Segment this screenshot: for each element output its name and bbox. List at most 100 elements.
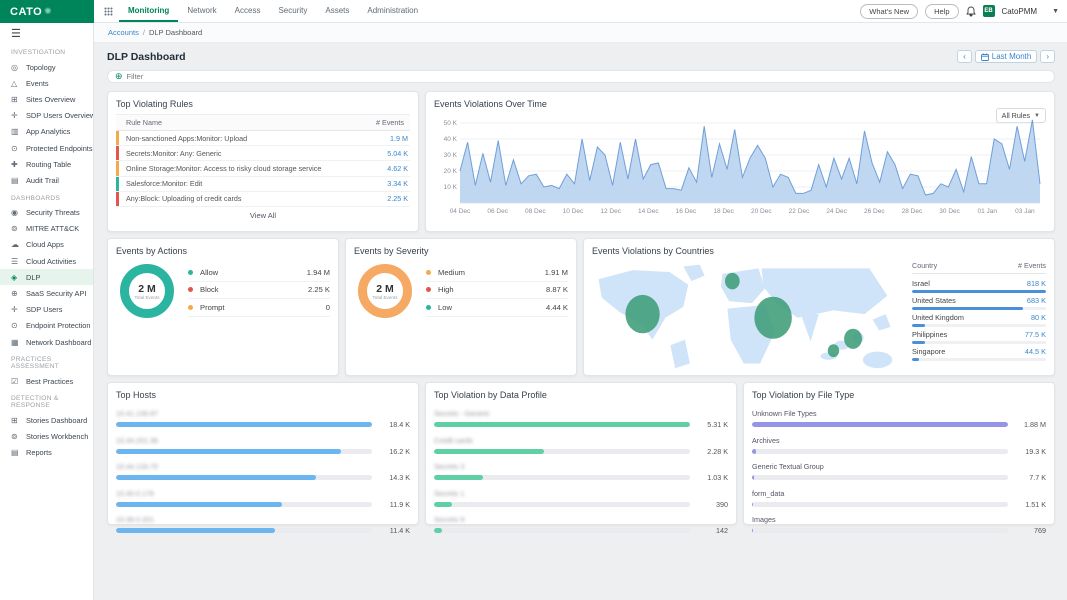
severity-donut-chart[interactable]: 2 M Total Events bbox=[358, 264, 412, 318]
legend-row-low[interactable]: Low4.44 K bbox=[426, 299, 568, 317]
sidebar-item-stories-dashboard[interactable]: ⊞Stories Dashboard bbox=[0, 412, 93, 428]
rule-name: Any:Block: Uploading of credit cards bbox=[126, 194, 387, 203]
bar-fill bbox=[752, 475, 754, 480]
bar-row[interactable]: Credit cards2.28 K bbox=[434, 436, 728, 456]
bar-fill bbox=[116, 502, 282, 507]
world-map[interactable] bbox=[592, 261, 902, 374]
country-row-israel[interactable]: Israel818 K bbox=[912, 276, 1046, 293]
svg-text:04 Dec: 04 Dec bbox=[450, 208, 471, 215]
sidebar-item-reports[interactable]: ▤Reports bbox=[0, 445, 93, 461]
rule-row[interactable]: Any:Block: Uploading of credit cards2.25… bbox=[116, 192, 410, 207]
sidebar-item-stories-workbench[interactable]: ⊚Stories Workbench bbox=[0, 429, 93, 445]
user-avatar[interactable]: EB bbox=[983, 5, 995, 17]
legend-row-allow[interactable]: Allow1.94 M bbox=[188, 264, 330, 282]
nav-tab-monitoring[interactable]: Monitoring bbox=[119, 0, 178, 22]
sidebar-item-app-analytics[interactable]: ▥App Analytics bbox=[0, 124, 93, 140]
nav-tab-security[interactable]: Security bbox=[269, 0, 316, 22]
bar-label: Credit cards bbox=[434, 436, 728, 445]
sidebar-item-security-threats[interactable]: ◉Security Threats bbox=[0, 205, 93, 221]
rule-row[interactable]: Salesforce:Monitor: Edit3.34 K bbox=[116, 177, 410, 192]
country-events-value: 818 K bbox=[1027, 279, 1046, 288]
cato-logo[interactable]: CATO ✺ bbox=[0, 0, 94, 23]
sidebar-item-network-dashboard[interactable]: ▦Network Dashboard bbox=[0, 334, 93, 350]
map-bubble-united-states[interactable] bbox=[625, 295, 659, 333]
bar-track bbox=[752, 502, 1008, 507]
sidebar-item-best-practices[interactable]: ☑Best Practices bbox=[0, 373, 93, 389]
map-bubble-united-kingdom[interactable] bbox=[725, 273, 740, 289]
sidebar-item-endpoint-protection[interactable]: ⊙Endpoint Protection bbox=[0, 318, 93, 334]
nav-tab-access[interactable]: Access bbox=[226, 0, 270, 22]
events-over-time-chart[interactable]: 10 K20 K30 K40 K50 K04 Dec06 Dec08 Dec10… bbox=[434, 109, 1046, 227]
sidebar-item-sdp-users[interactable]: ✛SDP Users bbox=[0, 302, 93, 318]
rule-row[interactable]: Non-sanctioned Apps:Monitor: Upload1.9 M bbox=[116, 131, 410, 146]
sidebar-item-saas-security-api[interactable]: ⊕SaaS Security API bbox=[0, 285, 93, 301]
filter-bar[interactable]: ⊕ Filter bbox=[107, 70, 1055, 83]
help-button[interactable]: Help bbox=[925, 4, 958, 19]
actions-donut-chart[interactable]: 2 M Total Events bbox=[120, 264, 174, 318]
whats-new-button[interactable]: What's New bbox=[860, 4, 918, 19]
app-grid-icon[interactable] bbox=[104, 7, 113, 16]
bar-row[interactable]: 10.44.201.3616.2 K bbox=[116, 436, 410, 456]
sidebar-item-sites-overview[interactable]: ⊞Sites Overview bbox=[0, 91, 93, 107]
bar-row[interactable]: 10.41.139.9718.4 K bbox=[116, 409, 410, 429]
sidebar-item-cloud-apps[interactable]: ☁Cloud Apps bbox=[0, 237, 93, 253]
country-row-united-kingdom[interactable]: United Kingdom80 K bbox=[912, 310, 1046, 327]
legend-row-prompt[interactable]: Prompt0 bbox=[188, 299, 330, 317]
bar-row[interactable]: Images769 bbox=[752, 515, 1046, 535]
rule-row[interactable]: Secrets:Monitor: Any: Generic5.04 K bbox=[116, 146, 410, 161]
nav-tab-network[interactable]: Network bbox=[178, 0, 225, 22]
rule-row[interactable]: Online Storage:Monitor: Access to risky … bbox=[116, 161, 410, 176]
bar-row[interactable]: Unknown File Types1.88 M bbox=[752, 409, 1046, 429]
date-prev-button[interactable]: ‹ bbox=[957, 50, 972, 63]
protected-endpoints-icon: ⊙ bbox=[11, 144, 22, 153]
bar-row[interactable]: 10.38.0.20111.4 K bbox=[116, 515, 410, 535]
svg-text:28 Dec: 28 Dec bbox=[902, 208, 923, 215]
country-row-united-states[interactable]: United States683 K bbox=[912, 293, 1046, 310]
legend-row-high[interactable]: High8.87 K bbox=[426, 282, 568, 300]
country-row-philippines[interactable]: Philippines77.5 K bbox=[912, 327, 1046, 344]
sidebar-item-routing-table[interactable]: ✚Routing Table bbox=[0, 156, 93, 172]
events-icon: △ bbox=[11, 79, 22, 88]
account-chevron-down-icon[interactable]: ▼ bbox=[1052, 8, 1059, 15]
donut-total: 2 M bbox=[138, 283, 156, 295]
bar-row[interactable]: form_data1.51 K bbox=[752, 489, 1046, 509]
sidebar-item-audit-trail[interactable]: ▤Audit Trail bbox=[0, 172, 93, 188]
sidebar-item-dlp[interactable]: ◈DLP bbox=[0, 269, 93, 285]
sidebar-item-topology[interactable]: ◎Topology bbox=[0, 59, 93, 75]
country-row-singapore[interactable]: Singapore44.5 K bbox=[912, 344, 1046, 361]
bar-row[interactable]: Generic Textual Group7.7 K bbox=[752, 462, 1046, 482]
date-range-button[interactable]: Last Month bbox=[975, 50, 1038, 63]
account-name[interactable]: CatoPMM bbox=[1002, 7, 1038, 16]
legend-row-medium[interactable]: Medium1.91 M bbox=[426, 264, 568, 282]
legend-row-block[interactable]: Block2.25 K bbox=[188, 282, 330, 300]
sidebar-item-sdp-users-overview[interactable]: ✛SDP Users Overview bbox=[0, 108, 93, 124]
bar-row[interactable]: Secrets 9142 bbox=[434, 515, 728, 535]
bar-row[interactable]: 10.40.0.17611.9 K bbox=[116, 489, 410, 509]
bar-fill bbox=[116, 475, 316, 480]
sidebar-item-protected-endpoints[interactable]: ⊙Protected Endpoints bbox=[0, 140, 93, 156]
nav-tab-assets[interactable]: Assets bbox=[316, 0, 358, 22]
breadcrumb-accounts-link[interactable]: Accounts bbox=[108, 28, 139, 37]
map-bubble-israel[interactable] bbox=[754, 297, 792, 339]
bar-value: 1.88 M bbox=[1008, 420, 1046, 429]
map-bubble-singapore[interactable] bbox=[828, 344, 839, 357]
bar-row[interactable]: Secrets 31.03 K bbox=[434, 462, 728, 482]
sidebar-item-events[interactable]: △Events bbox=[0, 75, 93, 91]
notifications-bell-icon[interactable] bbox=[966, 6, 976, 17]
view-all-link[interactable]: View All bbox=[116, 207, 410, 220]
sidebar-item-mitre-att-ck[interactable]: ⊚MITRE ATT&CK bbox=[0, 221, 93, 237]
bar-row[interactable]: Archives19.3 K bbox=[752, 436, 1046, 456]
card-title: Top Hosts bbox=[116, 390, 410, 400]
bar-row[interactable]: Secrets - Generic5.31 K bbox=[434, 409, 728, 429]
date-next-button[interactable]: › bbox=[1040, 50, 1055, 63]
country-bar-track bbox=[912, 358, 1046, 361]
bar-track bbox=[116, 502, 372, 507]
legend-value: 1.91 M bbox=[545, 268, 568, 277]
bar-row[interactable]: Secrets 1390 bbox=[434, 489, 728, 509]
sidebar-item-cloud-activities[interactable]: ☰Cloud Activities bbox=[0, 253, 93, 269]
sidebar-item-label: Network Dashboard bbox=[26, 338, 91, 347]
map-bubble-philippines[interactable] bbox=[844, 329, 862, 349]
sidebar-collapse-hamburger-icon[interactable]: ☰ bbox=[0, 23, 93, 43]
nav-tab-administration[interactable]: Administration bbox=[358, 0, 427, 22]
bar-row[interactable]: 10.44.133.7014.3 K bbox=[116, 462, 410, 482]
